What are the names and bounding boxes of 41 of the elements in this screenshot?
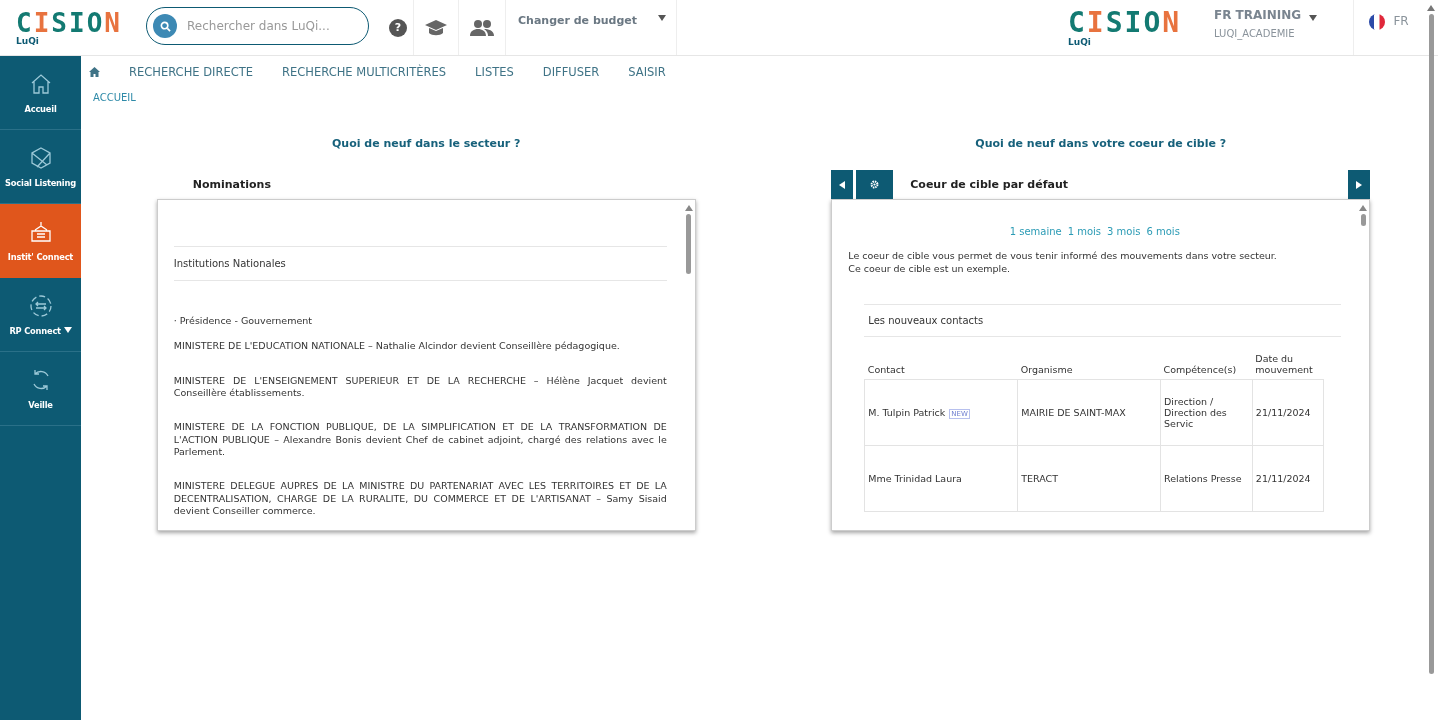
nomination-text: MINISTERE DE L'EDUCATION NATIONALE – Nathalie Alcindor devient Conseillère pédagogique. — [173, 340, 621, 353]
column-header: Compétence(s) — [1160, 336, 1253, 380]
column-header: Organisme — [1017, 336, 1161, 380]
column-header: Date du mouvement — [1252, 336, 1324, 380]
category-label: · Présidence - Gouvernement — [173, 315, 314, 328]
brand-logo: CISION — [1068, 8, 1183, 37]
language-selector[interactable]: FR — [1354, 0, 1424, 55]
nav-link[interactable]: RECHERCHE MULTICRITÈRES — [282, 65, 447, 79]
help-button[interactable]: ? — [389, 18, 407, 37]
table-cell: TERACT — [1017, 445, 1161, 512]
logo-subtitle: LuQi — [16, 35, 40, 46]
section-title: Institutions Nationales — [173, 257, 287, 271]
period-link[interactable]: 1 semaine — [1009, 226, 1062, 237]
nomination-text: MINISTERE DE LA FONCTION PUBLIQUE, DE LA SIMPLIFICATION ET DE LA TRANSFORMATION DE L'ACTION PUBLIQUE – Alexandre Bonis devient Chef de cabinet adjoint, chargé des relations avec le Parlement. — [173, 421, 667, 459]
section-heading: Quoi de neuf dans votre coeur de cible ? — [975, 137, 1227, 150]
logo-subtitle: LuQi — [1068, 36, 1092, 47]
period-link[interactable]: 1 mois — [1067, 226, 1102, 237]
logo: CISION — [16, 9, 123, 36]
nomination-text: MINISTERE DELEGUE AUPRES DE LA MINISTRE DU PARTENARIAT AVEC LES TERRITOIRES ET DE LA DECENTRALISATION, CHARGE DE LA RURALITE, DU COMMERCE ET DE L'ARTISANAT – Samy Sisaid devient Conseiller commerce. — [173, 480, 667, 518]
period-link[interactable]: 6 mois — [1146, 226, 1180, 237]
description-text: Ce coeur de cible est un exemple. — [848, 262, 1012, 276]
nav-link[interactable]: LISTES — [475, 65, 514, 79]
nav-link[interactable]: RECHERCHE DIRECTE — [129, 65, 254, 79]
section-heading: Quoi de neuf dans le secteur ? — [332, 137, 521, 150]
budget-dropdown[interactable]: Changer de budget — [505, 0, 677, 55]
nomination-text: MINISTERE DE L'ENSEIGNEMENT SUPERIEUR ET DE LA RECHERCHE – Hélène Jacquet devient Conseillère établissements. — [173, 374, 667, 400]
table-cell: MAIRIE DE SAINT-MAX — [1017, 379, 1161, 446]
table-title: Les nouveaux contacts — [867, 313, 985, 328]
table-cell: 21/11/2024 — [1252, 379, 1324, 446]
nav-link[interactable]: DIFFUSER — [542, 65, 600, 79]
nav-link[interactable]: SAISIR — [628, 65, 666, 79]
column-header: Contact — [864, 336, 1018, 380]
sidebar-item[interactable]: Instit' Connect — [0, 204, 81, 278]
table-cell: Mme Trinidad Laura — [864, 445, 1018, 512]
breadcrumb-link[interactable]: ACCUEIL — [89, 92, 136, 103]
description-text: Le coeur de cible vous permet de vous tenir informé des mouvements dans votre secteur. — [848, 249, 1278, 263]
account-menu[interactable]: FR TRAINING LUQI_ACADEMIE — [1214, 0, 1354, 55]
table-cell: Direction / Direction des Servic — [1160, 379, 1253, 446]
period-link[interactable]: 3 mois — [1107, 226, 1141, 237]
table-cell: 21/11/2024 — [1252, 445, 1324, 512]
table-cell: Relations Presse — [1160, 445, 1253, 512]
